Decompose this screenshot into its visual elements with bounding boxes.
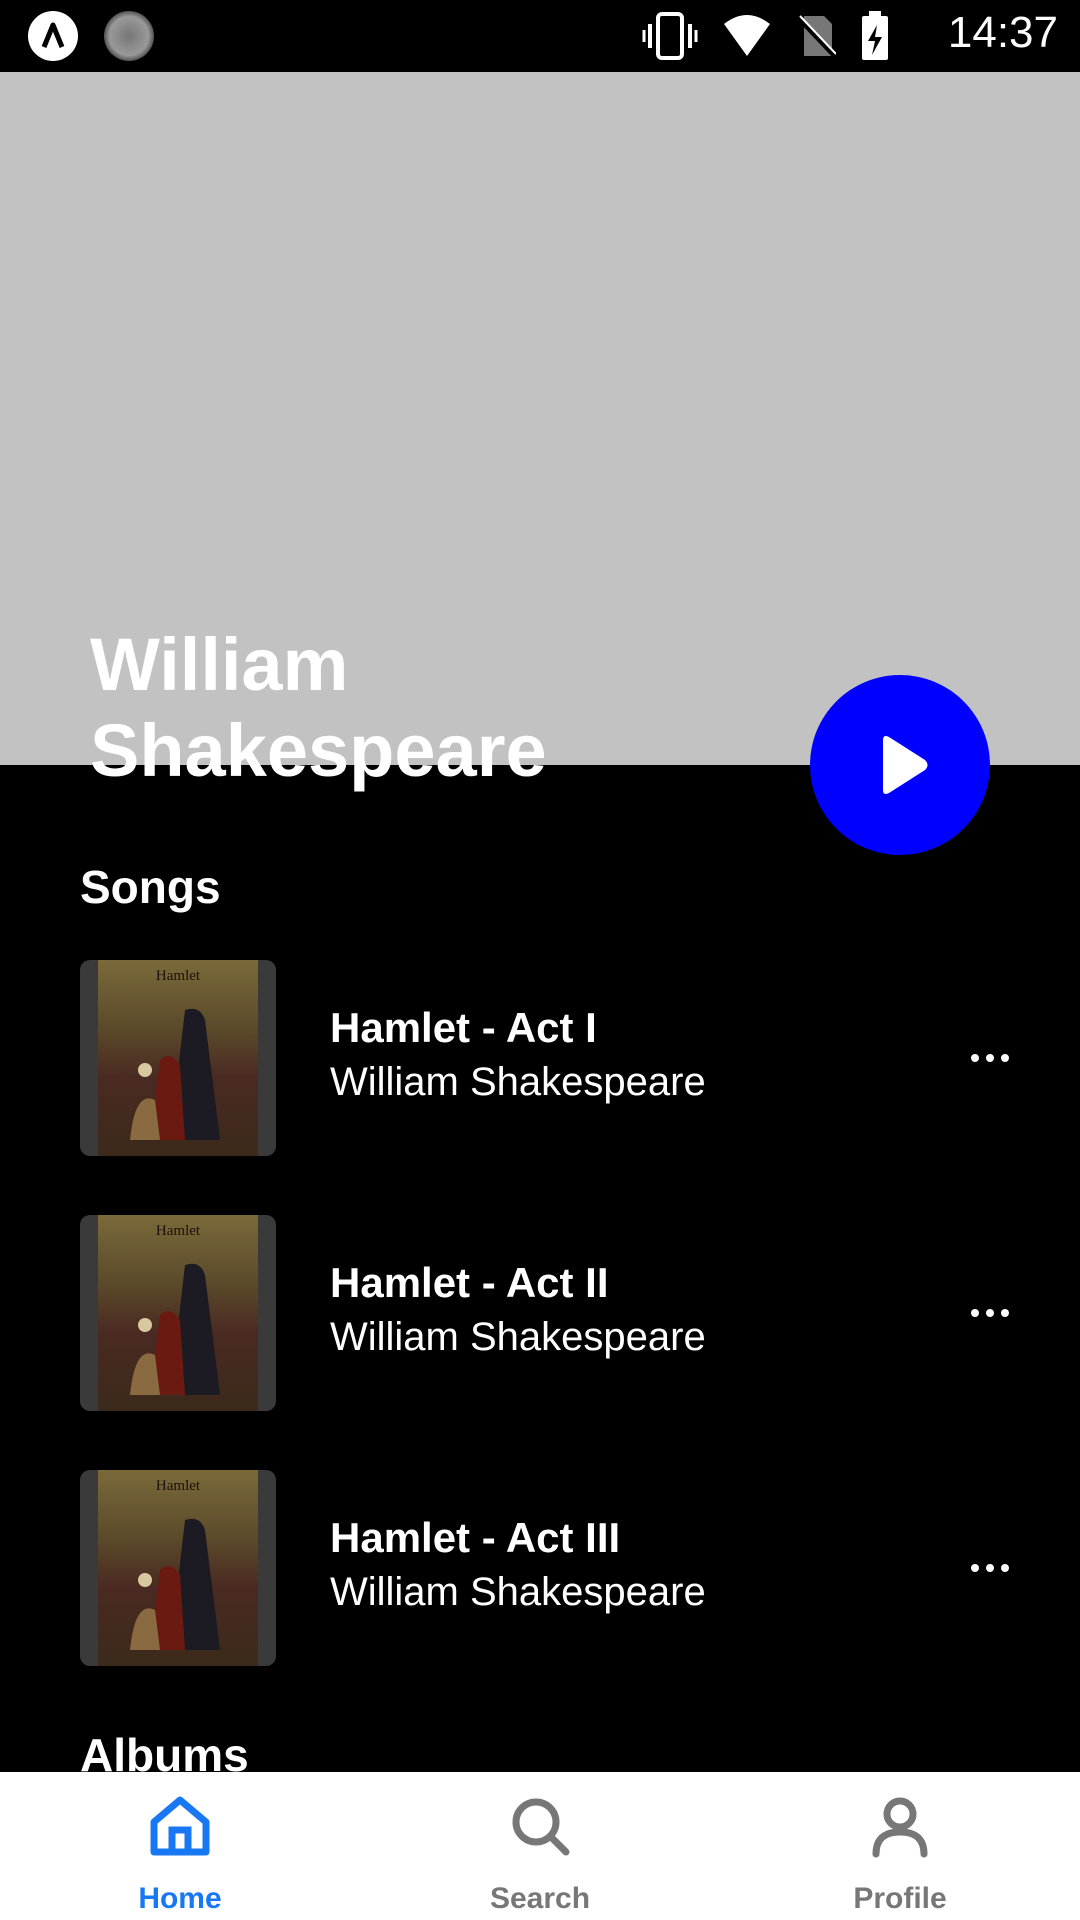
cover-title: Hamlet xyxy=(155,1478,201,1494)
play-icon xyxy=(883,736,928,794)
cover-figure-illustration xyxy=(130,1518,220,1650)
no-sim-icon xyxy=(796,15,836,58)
home-icon xyxy=(150,1796,210,1856)
more-horizontal-icon xyxy=(971,1564,1009,1572)
song-title: Hamlet - Act I xyxy=(330,1004,597,1051)
cover-title: Hamlet xyxy=(155,968,201,984)
status-clock: 14:37 xyxy=(947,8,1058,57)
song-cover: Hamlet xyxy=(80,960,276,1156)
song-cover: Hamlet xyxy=(80,1470,276,1666)
cover-figure-illustration xyxy=(130,1008,220,1140)
nav-profile[interactable]: Profile xyxy=(800,1772,1000,1920)
artist-name-line1: William xyxy=(90,623,349,706)
song-title: Hamlet - Act II xyxy=(330,1259,609,1306)
more-options-button[interactable] xyxy=(960,1285,1020,1341)
profile-icon xyxy=(872,1797,928,1858)
nav-home-label: Home xyxy=(138,1882,222,1915)
more-options-button[interactable] xyxy=(960,1540,1020,1596)
song-artist: William Shakespeare xyxy=(330,1315,706,1359)
song-row[interactable]: Hamlet Hamlet - Act I William Shakespear… xyxy=(80,960,1020,1156)
song-artist: William Shakespeare xyxy=(330,1060,706,1104)
play-button[interactable] xyxy=(810,675,990,855)
song-artist: William Shakespeare xyxy=(330,1570,706,1614)
artist-header: William Shakespeare xyxy=(0,72,1080,792)
search-icon xyxy=(512,1798,570,1856)
more-horizontal-icon xyxy=(971,1054,1009,1062)
status-bar: 14:37 xyxy=(0,0,1080,72)
nav-profile-label: Profile xyxy=(853,1882,947,1915)
song-cover: Hamlet xyxy=(80,1215,276,1411)
cover-title: Hamlet xyxy=(155,1223,201,1239)
cover-figure-illustration xyxy=(130,1263,220,1395)
nav-search[interactable]: Search xyxy=(440,1772,640,1920)
artist-name-line2: Shakespeare xyxy=(90,709,547,792)
song-title: Hamlet - Act III xyxy=(330,1514,621,1561)
status-icons xyxy=(642,10,890,62)
wifi-icon xyxy=(724,15,770,56)
bottom-navigation: Home Search Profile xyxy=(0,1772,1080,1920)
loading-notification-icon xyxy=(104,11,154,61)
song-row[interactable]: Hamlet Hamlet - Act III William Shakespe… xyxy=(80,1470,1020,1666)
nav-home[interactable]: Home xyxy=(80,1772,280,1920)
more-options-button[interactable] xyxy=(960,1030,1020,1086)
artist-name: William Shakespeare xyxy=(90,622,650,794)
vibrate-icon xyxy=(642,12,698,60)
song-row[interactable]: Hamlet Hamlet - Act II William Shakespea… xyxy=(80,1215,1020,1411)
app-notification-icon xyxy=(28,11,78,61)
battery-charging-icon xyxy=(862,11,888,60)
songs-section-title: Songs xyxy=(80,861,221,913)
more-horizontal-icon xyxy=(971,1309,1009,1317)
nav-search-label: Search xyxy=(489,1882,591,1915)
